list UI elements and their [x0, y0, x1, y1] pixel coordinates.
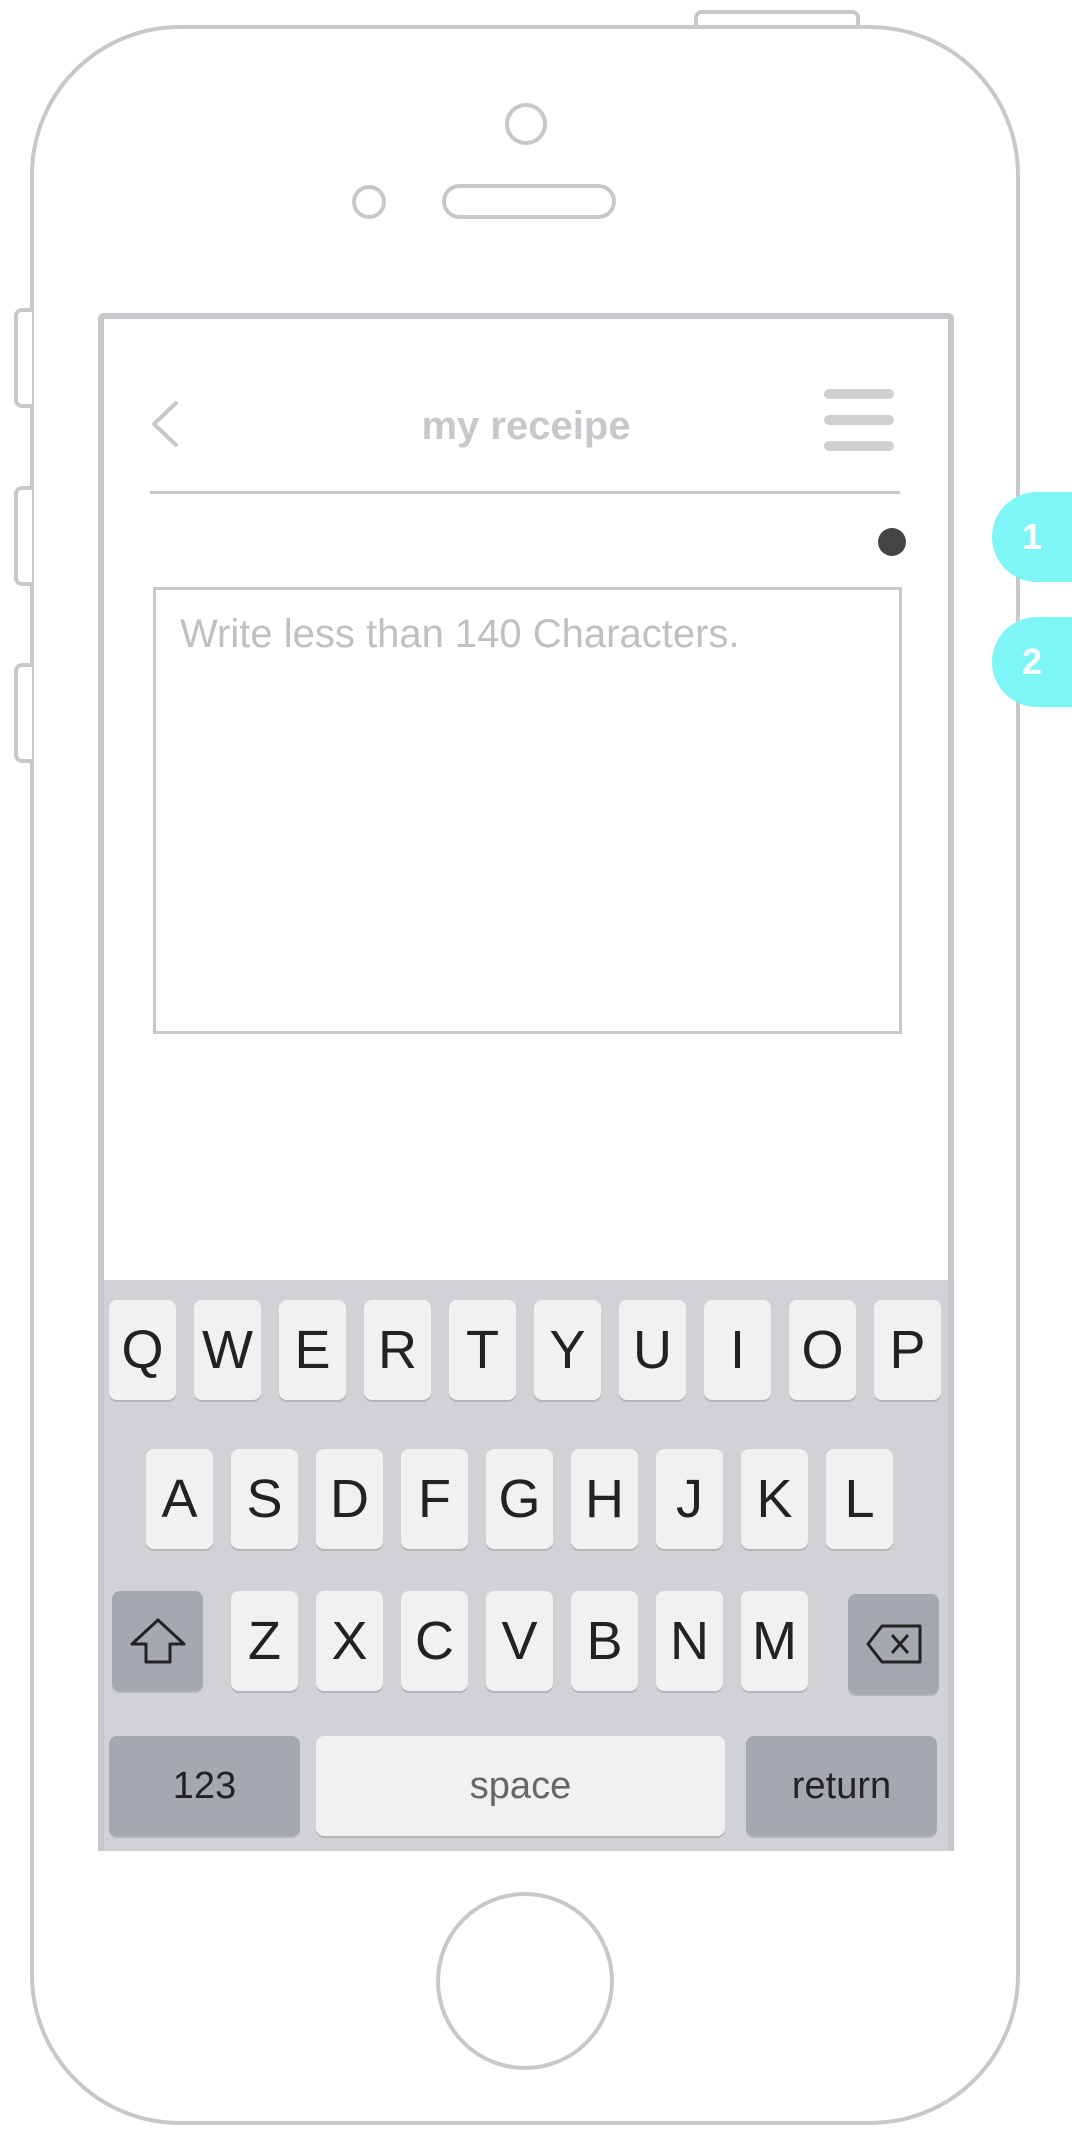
delete-key[interactable]	[848, 1594, 939, 1694]
key-s[interactable]: S	[231, 1449, 298, 1549]
volume-up-button	[14, 486, 32, 586]
key-b[interactable]: B	[571, 1591, 638, 1691]
status-dot	[878, 528, 906, 556]
volume-down-button	[14, 663, 32, 763]
mute-switch	[14, 308, 32, 408]
return-key[interactable]: return	[746, 1736, 937, 1836]
keyboard: Q W E R T Y U I O P A S D F G H J K L Z …	[104, 1280, 948, 1851]
key-n[interactable]: N	[656, 1591, 723, 1691]
annotation-badge-2: 2	[992, 617, 1072, 707]
key-i[interactable]: I	[704, 1300, 771, 1400]
message-textarea[interactable]	[153, 587, 902, 1034]
key-g[interactable]: G	[486, 1449, 553, 1549]
key-r[interactable]: R	[364, 1300, 431, 1400]
shift-arrow-icon	[130, 1618, 185, 1664]
earpiece-speaker	[442, 184, 616, 219]
key-e[interactable]: E	[279, 1300, 346, 1400]
key-d[interactable]: D	[316, 1449, 383, 1549]
key-k[interactable]: K	[741, 1449, 808, 1549]
key-q[interactable]: Q	[109, 1300, 176, 1400]
page-title: my receipe	[421, 404, 631, 448]
shift-key[interactable]	[112, 1591, 203, 1691]
key-p[interactable]: P	[874, 1300, 941, 1400]
proximity-sensor	[352, 185, 386, 219]
header-divider	[150, 491, 900, 494]
home-button[interactable]	[436, 1892, 614, 2070]
key-m[interactable]: M	[741, 1591, 808, 1691]
key-v[interactable]: V	[486, 1591, 553, 1691]
key-y[interactable]: Y	[534, 1300, 601, 1400]
key-l[interactable]: L	[826, 1449, 893, 1549]
key-t[interactable]: T	[449, 1300, 516, 1400]
key-z[interactable]: Z	[231, 1591, 298, 1691]
key-h[interactable]: H	[571, 1449, 638, 1549]
key-f[interactable]: F	[401, 1449, 468, 1549]
screen: my receipe Q W E R T Y U I O P A S D F G…	[98, 313, 954, 1851]
key-c[interactable]: C	[401, 1591, 468, 1691]
front-camera	[505, 103, 547, 145]
space-key[interactable]: space	[316, 1736, 725, 1836]
numbers-key[interactable]: 123	[109, 1736, 300, 1836]
key-x[interactable]: X	[316, 1591, 383, 1691]
key-a[interactable]: A	[146, 1449, 213, 1549]
key-w[interactable]: W	[194, 1300, 261, 1400]
backspace-icon	[866, 1624, 921, 1664]
annotation-badge-1: 1	[992, 492, 1072, 582]
key-u[interactable]: U	[619, 1300, 686, 1400]
key-j[interactable]: J	[656, 1449, 723, 1549]
key-o[interactable]: O	[789, 1300, 856, 1400]
hamburger-menu-icon[interactable]	[824, 389, 894, 451]
